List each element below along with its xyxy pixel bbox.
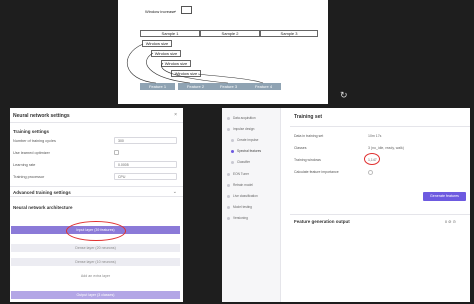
sidebar-item-classifier[interactable]: Classifier [237,160,250,164]
dense-layer-2[interactable]: Dense layer (10 neurons) [11,258,180,266]
sidebar-item-impulse-design[interactable]: Impulse design [233,127,254,131]
nav-dot-icon [227,206,230,209]
sidebar-item-live-classification[interactable]: Live classification [233,194,258,198]
sidebar-item-create-impulse[interactable]: Create impulse [237,138,258,142]
sidebar-item-spectral-features[interactable]: Spectral features [237,149,261,153]
advanced-settings-label: Advanced training settings [13,190,71,195]
training-processor-select[interactable]: CPU [114,173,177,180]
red-annotation-circle [66,221,126,241]
feature-output-bar: Feature generation output 0 ⊘ ⊙ [290,214,470,228]
sidebar-item-model-testing[interactable]: Model testing [233,205,252,209]
learned-optimizer-checkbox[interactable] [114,150,119,155]
feature-output-tools[interactable]: 0 ⊘ ⊙ [445,219,456,224]
feature-importance-label: Calculate feature importance [294,170,339,174]
chevron-down-icon: ⌄ [172,189,177,195]
setting-row-training-processor: Training processor CPU [10,172,183,182]
window-diagram: Window increase → Sample 1 Sample 2 Samp… [118,0,328,104]
nav-dot-icon [227,217,230,220]
training-settings-title: Training settings [13,129,50,134]
nav-dot-icon [227,117,230,120]
nav-dot-icon [227,184,230,187]
architecture-title: Neural network architecture [13,205,73,210]
sidebar-item-eon-tuner[interactable]: EON Tuner [233,172,249,176]
panel-title: Neural network settings [13,113,70,119]
setting-row-learned-optimizer: Use learned optimizer [10,148,183,158]
red-annotation-circle [364,153,380,165]
close-icon[interactable]: × [174,112,177,118]
sidebar-item-retrain-model[interactable]: Retrain model [233,183,253,187]
setting-label: Number of training cycles [13,139,56,143]
training-set-card: Training set Data in training set 10m 17… [290,108,470,231]
nav-dot-active-icon [231,150,234,153]
training-cycles-input[interactable]: 300 [114,137,177,144]
nav-dot-icon [231,139,234,142]
add-layer-button[interactable]: Add an extra layer [11,272,180,280]
feature-output-title: Feature generation output [294,219,350,224]
nav-dot-icon [231,161,234,164]
generate-features-button[interactable]: Generate features [423,192,466,201]
training-set-title: Training set [294,114,323,120]
sidebar-item-versioning[interactable]: Versioning [233,216,248,220]
nav-dot-icon [227,128,230,131]
training-set-panel: Data acquisition Impulse design Create i… [222,108,470,302]
dense-layer-1[interactable]: Dense layer (20 neurons) [11,244,180,252]
nav-dot-icon [227,173,230,176]
divider [290,126,470,127]
setting-label: Use learned optimizer [13,151,50,155]
training-data-label: Data in training set [294,134,324,138]
nav-sidebar: Data acquisition Impulse design Create i… [222,108,281,302]
learning-rate-input[interactable]: 0.0005 [114,161,177,168]
diagram-arrows [126,43,264,84]
rotate-icon[interactable]: ↻ [340,90,348,101]
nav-dot-icon [227,195,230,198]
panel-header: Neural network settings × [10,108,183,123]
sidebar-item-data-acquisition[interactable]: Data acquisition [233,116,256,120]
feature-importance-toggle[interactable] [368,170,373,175]
setting-row-learning-rate: Learning rate 0.0005 [10,160,183,170]
setting-row-training-cycles: Number of training cycles 300 [10,136,183,146]
setting-label: Learning rate [13,163,36,167]
training-data-value: 10m 17s [368,134,382,138]
advanced-training-settings-toggle[interactable]: Advanced training settings ⌄ [10,186,183,197]
setting-label: Training processor [13,175,45,179]
classes-value: 3 (no_idle, ready, walk) [368,146,404,150]
classes-label: Classes [294,146,307,150]
training-windows-label: Training windows [294,158,321,162]
output-layer[interactable]: Output layer (3 classes) [11,291,180,299]
